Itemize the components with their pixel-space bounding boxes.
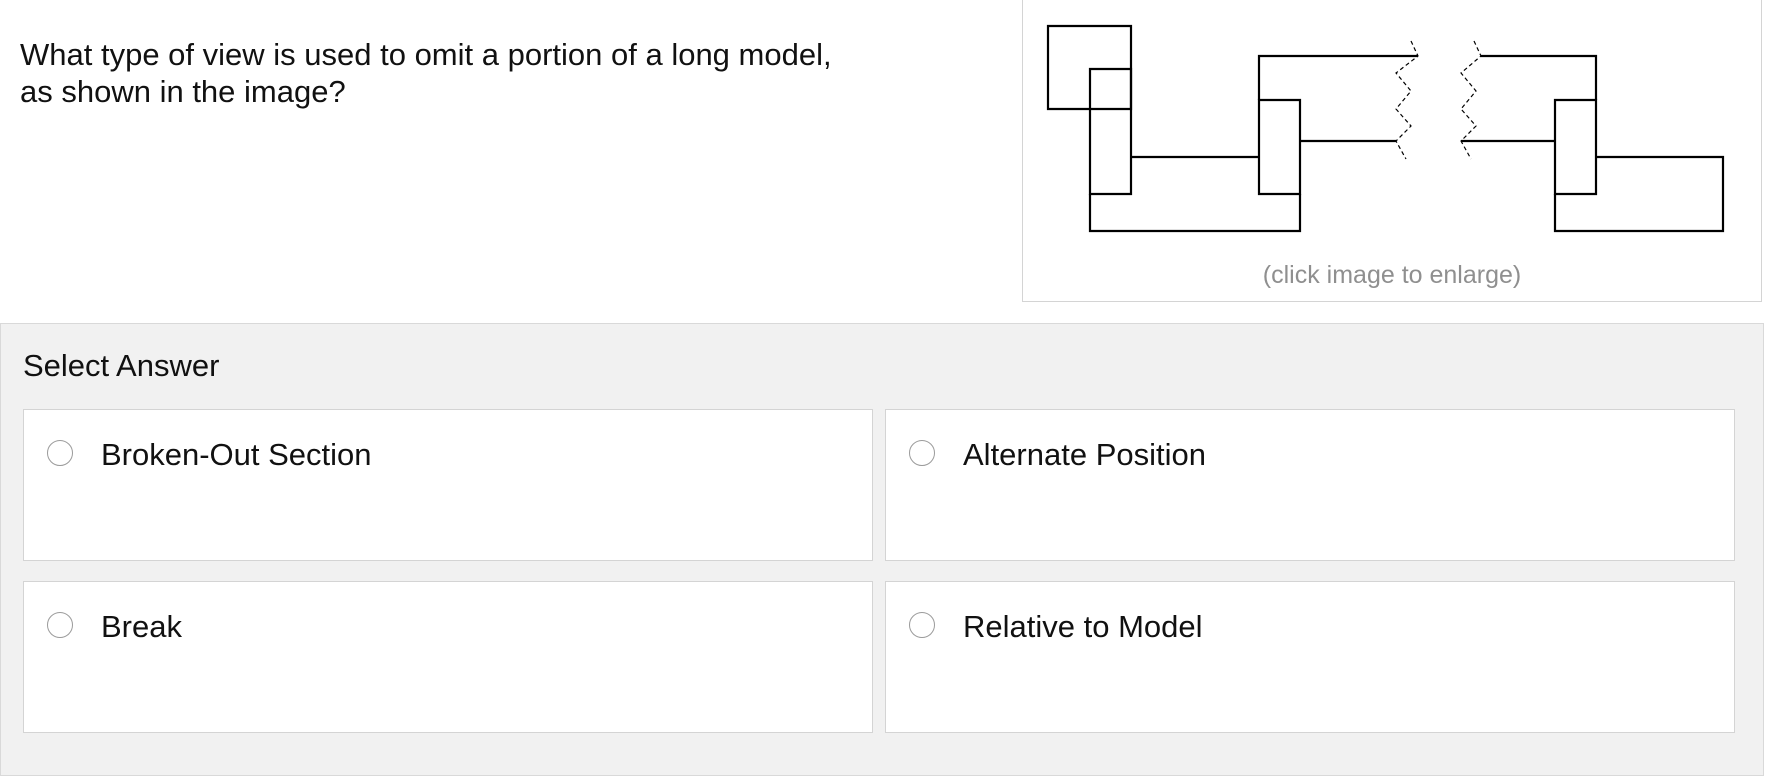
question-figure[interactable]: (click image to enlarge)	[1022, 0, 1762, 302]
answer-option-break[interactable]: Break	[23, 581, 873, 733]
radio-button[interactable]	[47, 612, 73, 638]
break-view-drawing-icon	[1046, 24, 1725, 233]
answer-panel: Select Answer Broken-Out Section Alterna…	[0, 323, 1764, 776]
answer-option-broken-out-section[interactable]: Broken-Out Section	[23, 409, 873, 561]
enlarge-caption: (click image to enlarge)	[1262, 261, 1522, 289]
answer-option-label: Relative to Model	[963, 609, 1203, 644]
answer-option-label: Broken-Out Section	[101, 437, 372, 472]
radio-button[interactable]	[909, 440, 935, 466]
answer-option-alternate-position[interactable]: Alternate Position	[885, 409, 1735, 561]
radio-button[interactable]	[909, 612, 935, 638]
answer-option-label: Break	[101, 609, 182, 644]
question-line-1: What type of view is used to omit a port…	[20, 37, 832, 72]
radio-button[interactable]	[47, 440, 73, 466]
answer-option-relative-to-model[interactable]: Relative to Model	[885, 581, 1735, 733]
answer-heading: Select Answer	[23, 348, 220, 383]
question-text: What type of view is used to omit a port…	[20, 36, 920, 110]
question-line-2: as shown in the image?	[20, 74, 346, 109]
answer-option-label: Alternate Position	[963, 437, 1206, 472]
